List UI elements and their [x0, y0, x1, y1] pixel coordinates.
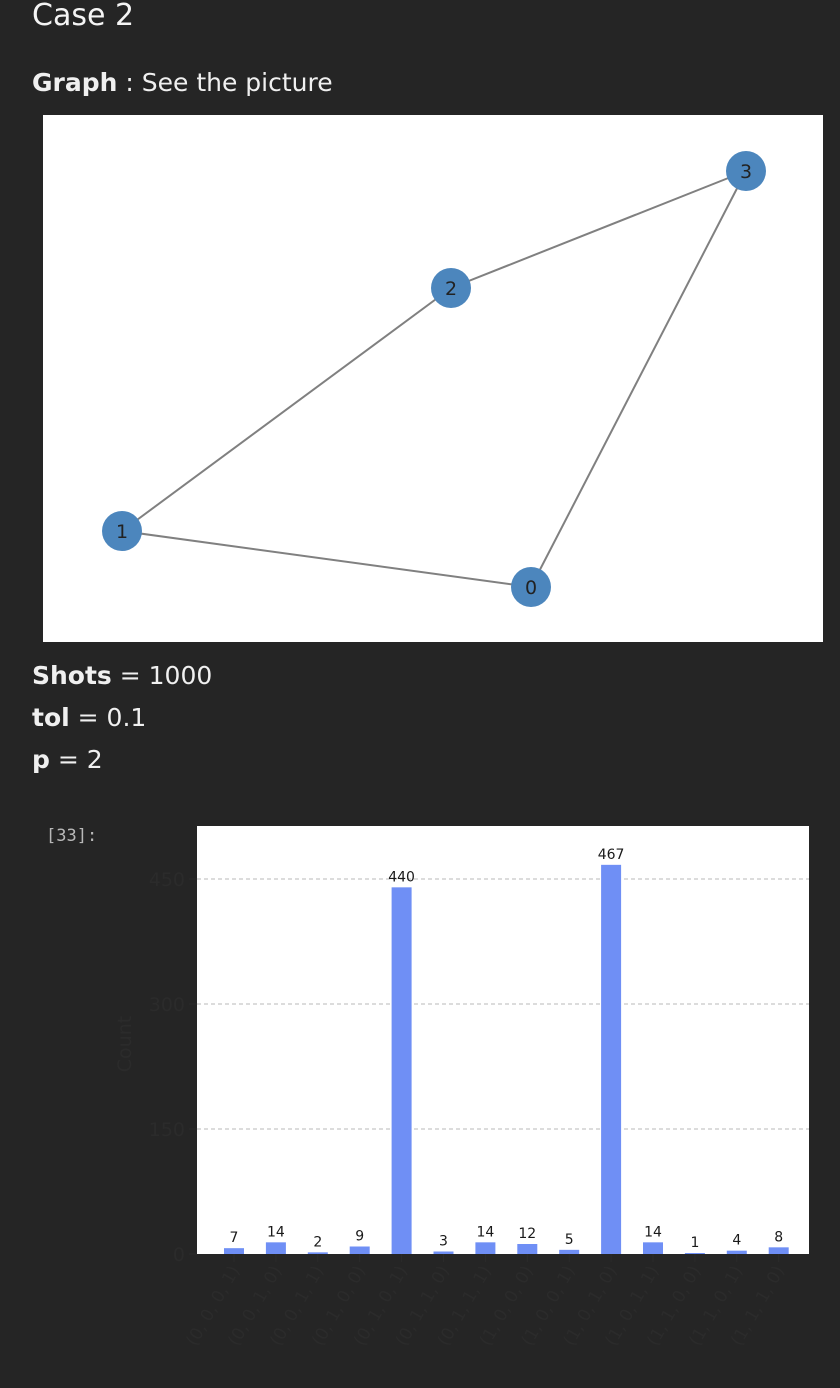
graph-edge-1-2 [121, 287, 452, 532]
bar-2 [307, 1252, 328, 1254]
bar-4 [391, 887, 412, 1254]
bar-0 [224, 1248, 244, 1254]
graph-nodes: 0 1 2 3 [102, 151, 766, 607]
graph-node-label-3: 3 [740, 161, 752, 183]
bar-value-label-13: 8 [774, 1229, 783, 1245]
bar-value-label-12: 4 [732, 1233, 741, 1249]
plot-area [197, 826, 809, 1254]
bar-value-label-3: 9 [355, 1229, 364, 1245]
bar-8 [559, 1249, 580, 1254]
bar-value-label-8: 5 [565, 1232, 574, 1248]
bar-value-label-2: 2 [313, 1234, 322, 1250]
bar-9 [601, 864, 622, 1254]
graph-edge-2-3 [450, 170, 747, 289]
y-tick-label-300: 300 [149, 994, 185, 1016]
histogram-chart: 0 150 300 450 7 14 2 9 440 3 14 12 5 467 14 1 4 8 (0, 0,… [100, 815, 830, 1388]
bar-12 [726, 1250, 747, 1254]
p-value: = 2 [49, 745, 103, 774]
graph-node-label-2: 2 [445, 278, 457, 300]
graph-figure: 0 1 2 3 [43, 115, 823, 642]
graph-label: Graph [32, 68, 118, 97]
histogram-svg: 0150300450 7 142 9440314 12 5467141 4 8 (0, 0,… [114, 826, 809, 1350]
p-label: p [32, 745, 50, 774]
bar-value-label-7: 12 [518, 1226, 536, 1242]
graph-description: Graph : See the picture [32, 67, 333, 99]
bar-value-label-1: 14 [267, 1224, 285, 1240]
bar-value-label-0: 7 [230, 1230, 239, 1246]
y-tick-label-450: 450 [149, 869, 185, 891]
tol-value: = 0.1 [69, 703, 147, 732]
x-axis-ticks: (0, 0, 0, 1)(0, 0, 1, 0)(0, 0, 1, 1)(0, … [183, 1254, 789, 1350]
graph-node-label-1: 1 [116, 521, 128, 543]
bar-value-label-5: 3 [439, 1234, 448, 1250]
p-param: p = 2 [32, 744, 103, 776]
shots-label: Shots [32, 661, 112, 690]
tol-param: tol = 0.1 [32, 702, 146, 734]
graph-svg: 0 1 2 3 [102, 151, 766, 607]
y-axis-label: Count [114, 1016, 136, 1072]
bar-1 [265, 1242, 286, 1254]
graph-edge-3-0 [530, 170, 747, 588]
graph-text: : See the picture [117, 68, 333, 97]
cell-prompt: [33]: [46, 826, 98, 846]
bar-6 [475, 1242, 496, 1254]
y-tick-label-0: 0 [173, 1244, 185, 1266]
tol-label: tol [32, 703, 70, 732]
bar-5 [433, 1251, 454, 1254]
bar-7 [517, 1244, 538, 1254]
bar-value-label-10: 14 [644, 1224, 662, 1240]
bar-value-label-6: 14 [476, 1224, 494, 1240]
graph-node-label-0: 0 [525, 577, 537, 599]
bar-10 [643, 1242, 663, 1254]
y-tick-label-150: 150 [149, 1119, 185, 1141]
bar-11 [684, 1253, 705, 1254]
section-title: Case 2 [32, 0, 135, 33]
shots-param: Shots = 1000 [32, 660, 212, 692]
bar-value-label-4: 440 [388, 869, 415, 885]
graph-edge-0-1 [121, 530, 532, 588]
bar-13 [768, 1247, 789, 1254]
y-axis-ticks: 0 150 300 450 [149, 869, 197, 1266]
bar-value-label-9: 467 [598, 847, 625, 863]
bar-3 [349, 1246, 370, 1254]
bar-value-label-11: 1 [690, 1235, 699, 1251]
graph-edges [121, 170, 747, 588]
shots-value: = 1000 [111, 661, 213, 690]
